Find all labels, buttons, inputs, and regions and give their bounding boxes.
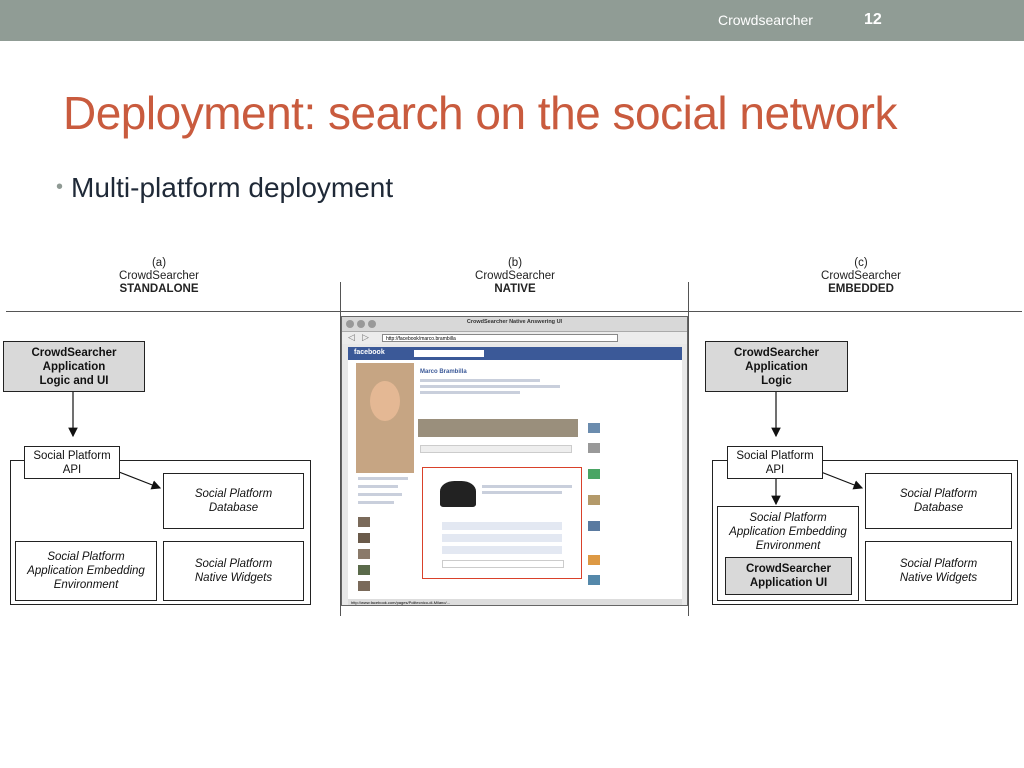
site-logo: facebook — [354, 349, 385, 356]
c-ui-box: CrowdSearcher Application UI — [725, 557, 852, 595]
friend-thumb — [358, 581, 370, 591]
deployment-figure: (a) CrowdSearcher STANDALONE (b) CrowdSe… — [0, 252, 1024, 616]
question-line — [482, 485, 572, 488]
post-box — [420, 445, 572, 453]
friend-thumb — [358, 565, 370, 575]
right-column — [588, 409, 676, 589]
menu-line — [358, 477, 408, 480]
a-widgets-box: Social Platform Native Widgets — [163, 541, 304, 601]
a-api-box: Social Platform API — [24, 446, 120, 479]
comment-input — [442, 560, 564, 568]
menu-line — [358, 485, 398, 488]
top-bar: Crowdsearcher 12 — [0, 0, 1024, 41]
a-app-box: CrowdSearcher Application Logic and UI — [3, 341, 145, 392]
page-number: 12 — [864, 11, 882, 28]
info-line — [420, 385, 560, 388]
info-line — [420, 379, 540, 382]
answer-row — [442, 522, 562, 530]
menu-line — [358, 501, 394, 504]
bullet-text: Multi-platform deployment — [71, 172, 394, 203]
profile-face — [370, 381, 400, 421]
photo-strip — [418, 419, 578, 437]
window-titlebar: CrowdSearcher Native Answering UI — [342, 317, 687, 332]
people-silhouette-icon — [440, 481, 476, 507]
forward-icon: ▷ — [362, 332, 369, 342]
slide-title: Deployment: search on the social network — [63, 87, 898, 139]
friend-thumb — [358, 549, 370, 559]
menu-line — [358, 493, 402, 496]
c-db-box: Social Platform Database — [865, 473, 1012, 529]
native-ui-screenshot: CrowdSearcher Native Answering UI ◁ ▷ ht… — [341, 316, 688, 606]
bullet-item: • Multi-platform deployment — [56, 172, 393, 204]
answer-row — [442, 534, 562, 542]
info-line — [420, 391, 520, 394]
answer-row — [442, 546, 562, 554]
a-db-box: Social Platform Database — [163, 473, 304, 529]
friend-thumb — [358, 533, 370, 543]
c-widgets-box: Social Platform Native Widgets — [865, 541, 1012, 601]
a-env-box: Social Platform Application Embedding Envi… — [15, 541, 157, 601]
window-title: CrowdSearcher Native Answering UI — [466, 319, 563, 325]
friend-thumb — [358, 517, 370, 527]
back-icon: ◁ — [348, 332, 355, 342]
address-bar: http://facebook/marco.brambilla — [382, 334, 618, 342]
c-app-box: CrowdSearcher Application Logic — [705, 341, 848, 392]
footer-name: Crowdsearcher — [718, 12, 813, 28]
site-header: facebook — [348, 347, 682, 360]
status-bar: http://www.facebook.com/pages/Politecnic… — [348, 599, 682, 605]
c-api-box: Social Platform API — [727, 446, 823, 479]
profile-name: Marco Brambilla — [420, 369, 467, 375]
bullet-dot-icon: • — [56, 176, 64, 198]
question-line — [482, 491, 562, 494]
site-search-input — [414, 350, 484, 357]
